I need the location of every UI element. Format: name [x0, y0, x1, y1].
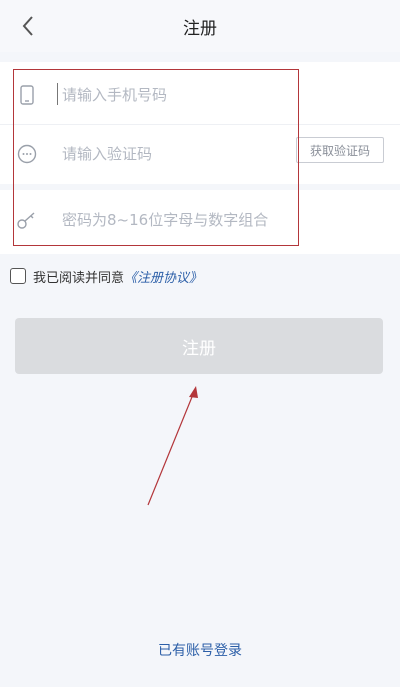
register-button[interactable]: 注册	[15, 318, 383, 374]
phone-row	[0, 66, 400, 124]
top-bar: 注册	[0, 0, 400, 52]
text-cursor	[57, 83, 58, 105]
agreement-text: 我已阅读并同意	[33, 270, 125, 286]
phone-icon	[16, 84, 38, 106]
agreement-link[interactable]: 《注册协议》	[124, 267, 202, 286]
page-title: 注册	[183, 19, 217, 39]
agreement-row: 我已阅读并同意 《注册协议》	[10, 266, 202, 286]
password-input[interactable]	[62, 205, 282, 235]
get-code-button[interactable]: 获取验证码	[296, 137, 384, 163]
message-icon	[16, 143, 38, 165]
password-row	[0, 184, 400, 250]
key-icon	[16, 209, 38, 231]
agreement-checkbox[interactable]	[10, 268, 26, 284]
verification-code-input[interactable]	[62, 138, 282, 169]
phone-input[interactable]	[62, 80, 282, 110]
register-form: 获取验证码	[0, 62, 400, 254]
login-link[interactable]: 已有账号登录	[0, 640, 400, 660]
